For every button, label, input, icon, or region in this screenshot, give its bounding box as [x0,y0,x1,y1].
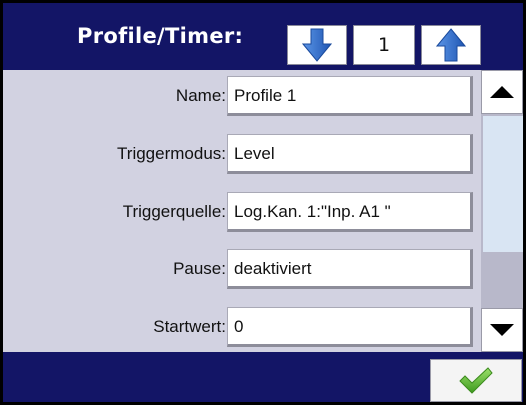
header-bar: Profile/Timer: 1 [3,3,523,70]
field-row-name: Name: Profile 1 [3,74,481,118]
triggermodus-field[interactable]: Level [227,134,473,174]
field-label-pause: Pause: [173,259,226,278]
field-label-triggerquelle: Triggerquelle: [122,202,226,221]
previous-profile-button[interactable] [287,25,347,65]
triangle-down-icon [490,324,514,336]
footer-bar [3,352,523,402]
vertical-scrollbar[interactable] [481,70,523,352]
field-row-triggermodus: Triggermodus: Level [3,132,481,176]
scroll-thumb[interactable] [483,116,523,252]
triggerquelle-field[interactable]: Log.Kan. 1:"Inp. A1 " [227,192,473,232]
name-field[interactable]: Profile 1 [227,76,473,116]
field-row-triggerquelle: Triggerquelle: Log.Kan. 1:"Inp. A1 " [3,190,481,234]
scroll-up-button[interactable] [481,70,523,114]
profile-number-display: 1 [353,25,415,65]
checkmark-icon [459,366,493,394]
field-row-pause: Pause: deaktiviert [3,247,481,291]
startwert-field[interactable]: 0 [227,307,473,347]
confirm-button[interactable] [430,359,522,402]
page-title: Profile/Timer: [77,24,244,48]
scroll-down-button[interactable] [481,308,523,352]
settings-list: Name: Profile 1 Triggermodus: Level Trig… [3,70,481,352]
triangle-up-icon [490,86,514,98]
field-row-startwert: Startwert: 0 [3,305,481,349]
arrow-up-icon [436,28,466,62]
pause-field[interactable]: deaktiviert [227,249,473,289]
arrow-down-icon [302,28,332,62]
field-label-startwert: Startwert: [153,317,226,336]
next-profile-button[interactable] [421,25,481,65]
field-label-name: Name: [175,86,226,105]
field-label-triggermodus: Triggermodus: [117,144,226,163]
